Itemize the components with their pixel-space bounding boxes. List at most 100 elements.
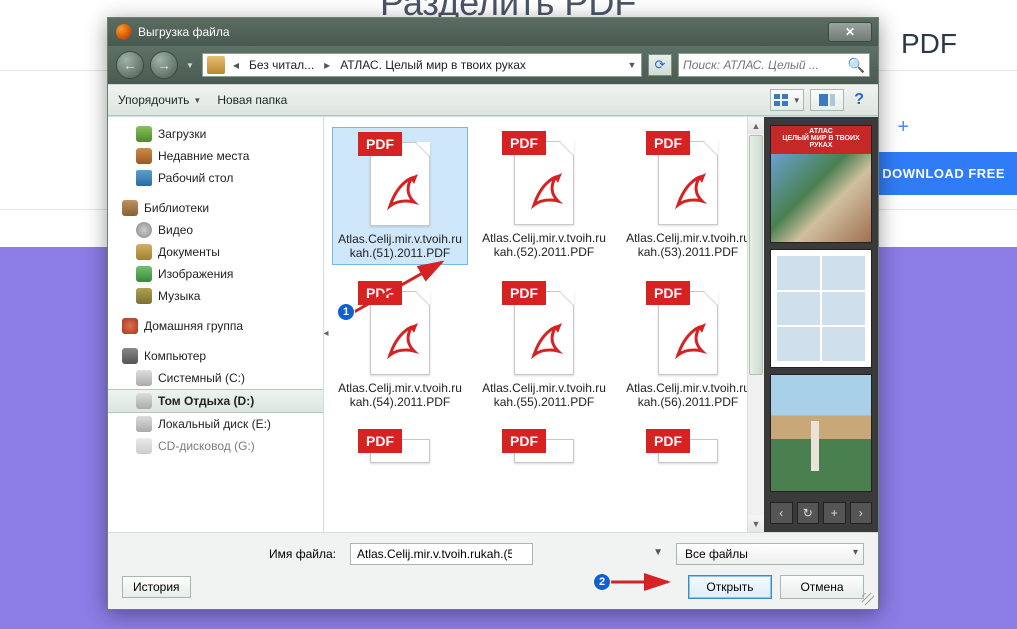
sidebar-splitter[interactable]: ◂ xyxy=(323,308,329,358)
pdf-thumbnail: PDF xyxy=(352,429,448,463)
open-label: Открыть xyxy=(706,580,753,594)
sidebar-group-homegroup[interactable]: Домашняя группа xyxy=(108,315,323,337)
search-icon[interactable]: 🔍 xyxy=(848,57,865,74)
preview-cover-title: АТЛАСЦЕЛЫЙ МИР В ТВОИХ РУКАХ xyxy=(771,126,871,154)
preview-rotate-button[interactable]: ↻ xyxy=(797,502,820,524)
sidebar-item-music[interactable]: Музыка xyxy=(108,285,323,307)
toolbar: Упорядочить ▼ Новая папка ▼ ? xyxy=(108,84,878,116)
preview-page[interactable] xyxy=(770,374,872,492)
sidebar-item-video[interactable]: Видео xyxy=(108,219,323,241)
adobe-icon xyxy=(528,171,568,211)
breadcrumb-segment[interactable]: Без читал... xyxy=(245,58,318,72)
refresh-button[interactable]: ⟳ xyxy=(648,54,672,76)
cancel-label: Отмена xyxy=(800,580,843,594)
cancel-button[interactable]: Отмена xyxy=(780,575,864,599)
open-button[interactable]: Открыть xyxy=(688,575,772,599)
scroll-thumb[interactable] xyxy=(749,135,763,375)
preview-page-cover[interactable]: АТЛАСЦЕЛЫЙ МИР В ТВОИХ РУКАХ xyxy=(770,125,872,243)
sidebar-item-drive-d[interactable]: Том Отдыха (D:) xyxy=(108,389,323,413)
downloads-icon xyxy=(136,126,152,142)
preview-next-button[interactable]: › xyxy=(850,502,873,524)
preview-toolbar: ‹ ↻ + › xyxy=(770,502,872,524)
search-input[interactable] xyxy=(683,58,844,72)
file-item[interactable]: PDF xyxy=(476,425,612,471)
add-file-plus[interactable]: + xyxy=(897,116,909,139)
sidebar-item-images[interactable]: Изображения xyxy=(108,263,323,285)
sidebar-item-drive-e[interactable]: Локальный диск (E:) xyxy=(108,413,323,435)
forward-button[interactable]: → xyxy=(150,51,178,79)
sidebar-label: Изображения xyxy=(158,267,233,281)
chevron-left-icon: ‹ xyxy=(779,506,783,520)
file-item[interactable]: PDF Atlas.Celij.mir.v.tvoih.rukah.(56).2… xyxy=(620,277,756,413)
titlebar-title: Выгрузка файла xyxy=(138,25,230,39)
firefox-icon xyxy=(116,24,132,40)
new-folder-label: Новая папка xyxy=(217,93,287,107)
homegroup-icon xyxy=(122,318,138,334)
sidebar-label: Недавние места xyxy=(158,149,249,163)
scroll-down-arrow[interactable]: ▼ xyxy=(748,515,764,532)
page-pdf-label: PDF xyxy=(901,28,957,60)
back-button[interactable]: ← xyxy=(116,51,144,79)
sidebar-group-libraries[interactable]: Библиотеки xyxy=(108,197,323,219)
pdf-thumbnail: PDF xyxy=(496,429,592,463)
refresh-icon: ⟳ xyxy=(655,57,666,73)
preview-prev-button[interactable]: ‹ xyxy=(770,502,793,524)
computer-icon xyxy=(122,348,138,364)
adobe-icon xyxy=(384,172,424,212)
new-folder-button[interactable]: Новая папка xyxy=(217,93,287,107)
arrow-left-icon: ← xyxy=(123,57,137,73)
cd-drive-icon xyxy=(136,438,152,454)
close-icon: ✕ xyxy=(845,25,855,39)
sidebar-item-drive-cd[interactable]: CD-дисковод (G:) xyxy=(108,435,323,457)
breadcrumb[interactable]: ◂ Без читал... ▸ АТЛАС. Целый мир в твои… xyxy=(202,53,642,77)
breadcrumb-dropdown[interactable]: ▼ xyxy=(625,60,639,70)
filename-input[interactable] xyxy=(350,543,533,565)
organize-button[interactable]: Упорядочить ▼ xyxy=(118,93,201,107)
pdf-thumbnail: PDF xyxy=(640,429,736,463)
sidebar-label: Локальный диск (E:) xyxy=(158,417,271,431)
sidebar[interactable]: Загрузки Недавние места Рабочий стол Биб… xyxy=(108,117,324,532)
zoom-icon: + xyxy=(831,506,838,520)
sidebar-label: Библиотеки xyxy=(144,201,209,215)
sidebar-label: Музыка xyxy=(158,289,200,303)
file-item[interactable]: PDF Atlas.Celij.mir.v.tvoih.rukah.(55).2… xyxy=(476,277,612,413)
sidebar-item-downloads[interactable]: Загрузки xyxy=(108,123,323,145)
file-item[interactable]: PDF xyxy=(620,425,756,471)
drive-icon xyxy=(136,370,152,386)
history-button[interactable]: История xyxy=(122,576,191,598)
dialog-body: Загрузки Недавние места Рабочий стол Биб… xyxy=(108,116,878,532)
preview-icon xyxy=(819,94,835,106)
sidebar-item-recent[interactable]: Недавние места xyxy=(108,145,323,167)
sidebar-group-computer[interactable]: Компьютер xyxy=(108,345,323,367)
preview-zoom-button[interactable]: + xyxy=(823,502,846,524)
file-item[interactable]: PDF xyxy=(332,425,468,471)
file-item[interactable]: PDF Atlas.Celij.mir.v.tvoih.rukah.(52).2… xyxy=(476,127,612,265)
preview-pane-button[interactable] xyxy=(810,89,844,111)
sidebar-item-documents[interactable]: Документы xyxy=(108,241,323,263)
file-type-combo[interactable]: Все файлы xyxy=(676,543,864,565)
pdf-thumbnail: PDF xyxy=(352,132,448,228)
preview-page[interactable] xyxy=(770,249,872,367)
scroll-up-arrow[interactable]: ▲ xyxy=(748,117,764,134)
file-item[interactable]: PDF Atlas.Celij.mir.v.tvoih.rukah.(53).2… xyxy=(620,127,756,265)
sidebar-item-desktop[interactable]: Рабочий стол xyxy=(108,167,323,189)
adobe-icon xyxy=(528,321,568,361)
breadcrumb-segment[interactable]: АТЛАС. Целый мир в твоих руках xyxy=(336,58,530,72)
help-button[interactable]: ? xyxy=(850,91,868,109)
close-button[interactable]: ✕ xyxy=(828,22,872,42)
titlebar: Выгрузка файла ✕ xyxy=(108,18,878,46)
history-dropdown[interactable]: ▼ xyxy=(184,61,196,70)
search-box[interactable]: 🔍 xyxy=(678,53,870,77)
sidebar-item-drive-c[interactable]: Системный (C:) xyxy=(108,367,323,389)
resize-grip[interactable] xyxy=(862,593,874,605)
file-item[interactable]: PDF Atlas.Celij.mir.v.tvoih.rukah.(51).2… xyxy=(332,127,468,265)
vertical-scrollbar[interactable]: ▲ ▼ xyxy=(747,117,764,532)
view-mode-button[interactable]: ▼ xyxy=(770,89,804,111)
history-label: История xyxy=(133,580,180,594)
sidebar-label: Том Отдыха (D:) xyxy=(158,394,254,408)
chevron-right-icon: › xyxy=(859,506,863,520)
download-free-button[interactable]: DOWNLOAD FREE xyxy=(864,152,1017,195)
recent-icon xyxy=(136,148,152,164)
file-name: Atlas.Celij.mir.v.tvoih.rukah.(53).2011.… xyxy=(624,231,752,259)
filename-dropdown[interactable]: ▼ xyxy=(653,547,663,558)
